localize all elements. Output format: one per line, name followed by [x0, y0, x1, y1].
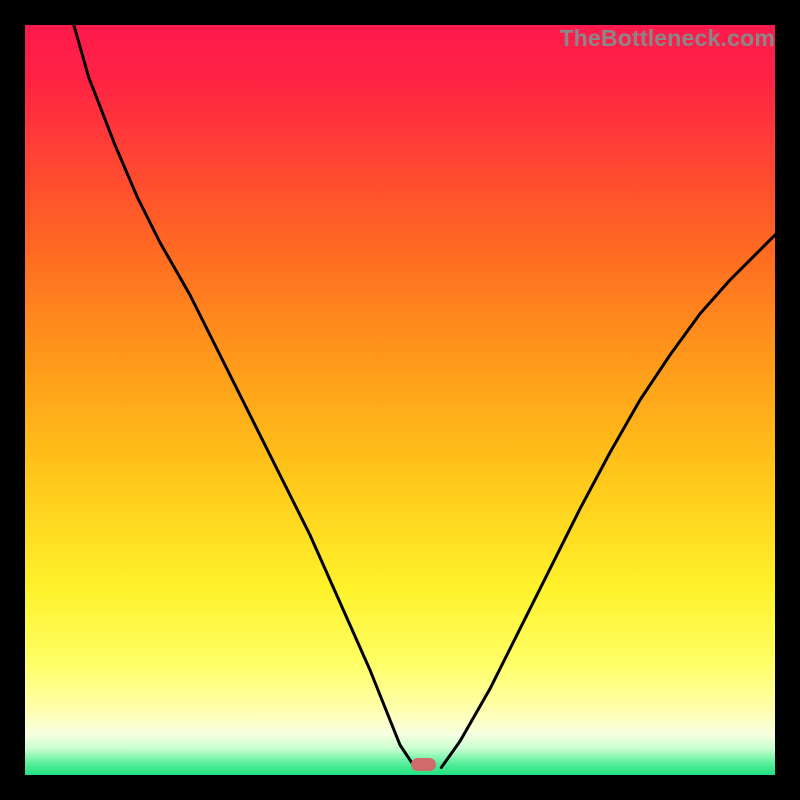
- chart-curve: [25, 25, 775, 775]
- chart-frame: [25, 25, 775, 775]
- watermark-text: TheBottleneck.com: [559, 25, 775, 52]
- optimal-point-marker: [411, 758, 436, 771]
